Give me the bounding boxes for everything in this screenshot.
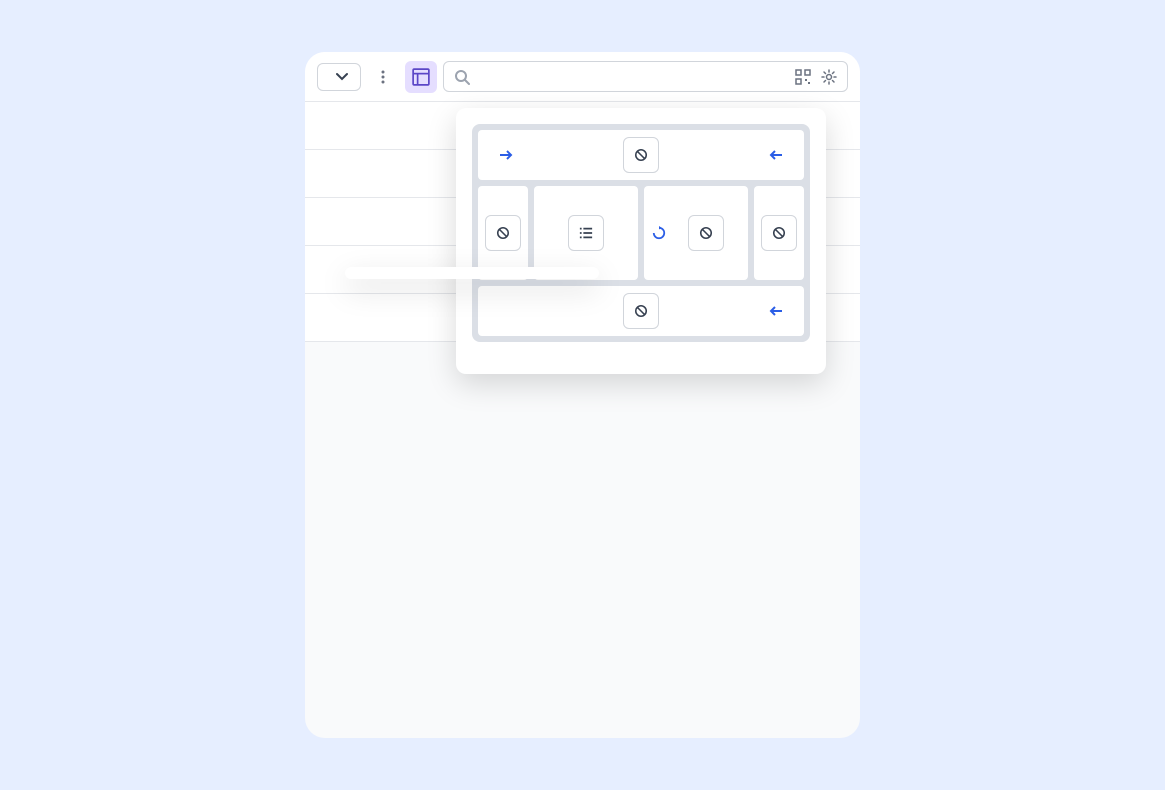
layout-slot-right[interactable] [754,186,804,280]
search-input[interactable] [478,68,787,85]
slot-none-button[interactable] [623,137,659,173]
search-icon [454,69,470,85]
list-icon [579,226,593,240]
layout-slot-center-left[interactable] [534,186,638,280]
layout-preview-popover [456,108,826,374]
layout-slot-top[interactable] [478,130,804,180]
dots-vertical-icon [375,69,391,85]
ban-icon [634,304,648,318]
slot-none-button[interactable] [485,215,521,251]
layout-icon [412,68,430,86]
layout-slot-center-right[interactable] [644,186,748,280]
layout-slot-bottom[interactable] [478,286,804,336]
app-panel [305,52,860,738]
ban-icon [699,226,713,240]
layout-toggle-button[interactable] [405,61,437,93]
slot-none-button[interactable] [761,215,797,251]
layout-slot-left[interactable] [478,186,528,280]
refresh-icon [652,226,666,240]
search-box[interactable] [443,61,848,92]
slot-none-button[interactable] [688,215,724,251]
asset-dropdown-button[interactable] [317,63,361,91]
arrow-left-icon [768,147,784,163]
gear-icon[interactable] [821,69,837,85]
arrow-left-icon [768,303,784,319]
slot-list-button[interactable] [568,215,604,251]
layout-grid [472,124,810,342]
ban-icon [772,226,786,240]
toolbar [305,52,860,102]
slot-none-button[interactable] [623,293,659,329]
ban-icon [634,148,648,162]
viewer-type-dropdown [345,267,599,279]
qr-icon[interactable] [795,69,811,85]
ban-icon [496,226,510,240]
more-menu-button[interactable] [367,61,399,93]
arrow-right-icon [498,147,514,163]
chevron-down-icon [336,71,348,83]
